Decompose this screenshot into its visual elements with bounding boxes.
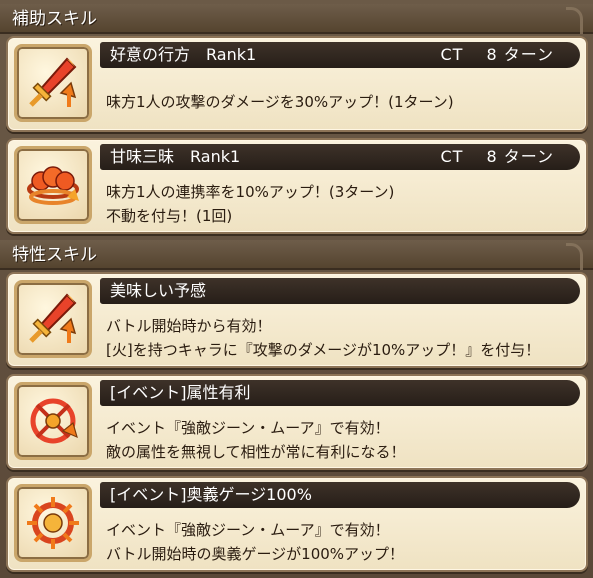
- swirl-ornament-icon: [566, 243, 583, 270]
- skill-cooldown: CT 8 ターン: [440, 147, 554, 166]
- skill-title-bar: [イベント]属性有利: [100, 380, 580, 406]
- element-advantage-icon: [14, 382, 92, 460]
- skill-name: 美味しい予感: [110, 281, 207, 300]
- skill-panel: 補助スキル 好意の行方 Rank1 CT 8 ターン 味方1人の攻撃のダメージを…: [0, 0, 593, 578]
- skill-name: [イベント]属性有利: [110, 383, 251, 402]
- skill-description-line: 味方1人の連携率を10%アップ！(3ターン): [106, 183, 395, 201]
- skill-description: 味方1人の連携率を10%アップ！(3ターン) 不動を付与！(1回): [106, 180, 578, 228]
- sword-up-icon: [14, 44, 92, 122]
- sword-up-icon: [14, 280, 92, 358]
- skill-name: 好意の行方 Rank1: [110, 45, 257, 64]
- skill-name: 甘味三昧 Rank1: [110, 147, 241, 166]
- section-title-support: 補助スキル: [12, 9, 97, 29]
- swirl-ornament-icon: [566, 7, 583, 34]
- skill-description-line: [火]を持つキャラに『攻撃のダメージが10%アップ！』を付与！: [106, 341, 541, 359]
- link-up-icon: [14, 146, 92, 224]
- skill-card-support-2[interactable]: 甘味三昧 Rank1 CT 8 ターン 味方1人の連携率を10%アップ！(3ター…: [6, 138, 588, 234]
- skill-description: バトル開始時から有効！ [火]を持つキャラに『攻撃のダメージが10%アップ！』を…: [106, 314, 578, 362]
- gauge-burst-icon: [14, 484, 92, 562]
- skill-description: イベント『強敵ジーン・ムーア』で有効！ 敵の属性を無視して相性が常に有利になる！: [106, 416, 578, 464]
- skill-card-trait-1[interactable]: 美味しい予感 バトル開始時から有効！ [火]を持つキャラに『攻撃のダメージが10…: [6, 272, 588, 368]
- skill-description-line: バトル開始時の奥義ゲージが100%アップ！: [106, 545, 405, 563]
- skill-description-line: イベント『強敵ジーン・ムーア』で有効！: [106, 521, 390, 539]
- skill-description-line: 敵の属性を無視して相性が常に有利になる！: [106, 443, 406, 461]
- skill-title-bar: [イベント]奥義ゲージ100%: [100, 482, 580, 508]
- section-header-support: 補助スキル: [0, 4, 593, 34]
- skill-card-trait-2[interactable]: [イベント]属性有利 イベント『強敵ジーン・ムーア』で有効！ 敵の属性を無視して…: [6, 374, 588, 470]
- skill-title-bar: 甘味三昧 Rank1 CT 8 ターン: [100, 144, 580, 170]
- skill-description-line: バトル開始時から有効！: [106, 317, 272, 335]
- skill-description: イベント『強敵ジーン・ムーア』で有効！ バトル開始時の奥義ゲージが100%アップ…: [106, 518, 578, 566]
- skill-name: [イベント]奥義ゲージ100%: [110, 485, 312, 504]
- skill-card-support-1[interactable]: 好意の行方 Rank1 CT 8 ターン 味方1人の攻撃のダメージを30%アップ…: [6, 36, 588, 132]
- skill-title-bar: 美味しい予感: [100, 278, 580, 304]
- skill-description: 味方1人の攻撃のダメージを30%アップ！(1ターン): [106, 90, 578, 114]
- skill-description-line: 不動を付与！(1回): [106, 207, 233, 225]
- skill-description-line: 味方1人の攻撃のダメージを30%アップ！(1ターン): [106, 93, 454, 111]
- skill-cooldown: CT 8 ターン: [440, 45, 554, 64]
- section-header-trait: 特性スキル: [0, 240, 593, 270]
- skill-card-trait-3[interactable]: [イベント]奥義ゲージ100% イベント『強敵ジーン・ムーア』で有効！ バトル開…: [6, 476, 588, 572]
- skill-description-line: イベント『強敵ジーン・ムーア』で有効！: [106, 419, 390, 437]
- section-title-trait: 特性スキル: [12, 245, 97, 265]
- skill-title-bar: 好意の行方 Rank1 CT 8 ターン: [100, 42, 580, 68]
